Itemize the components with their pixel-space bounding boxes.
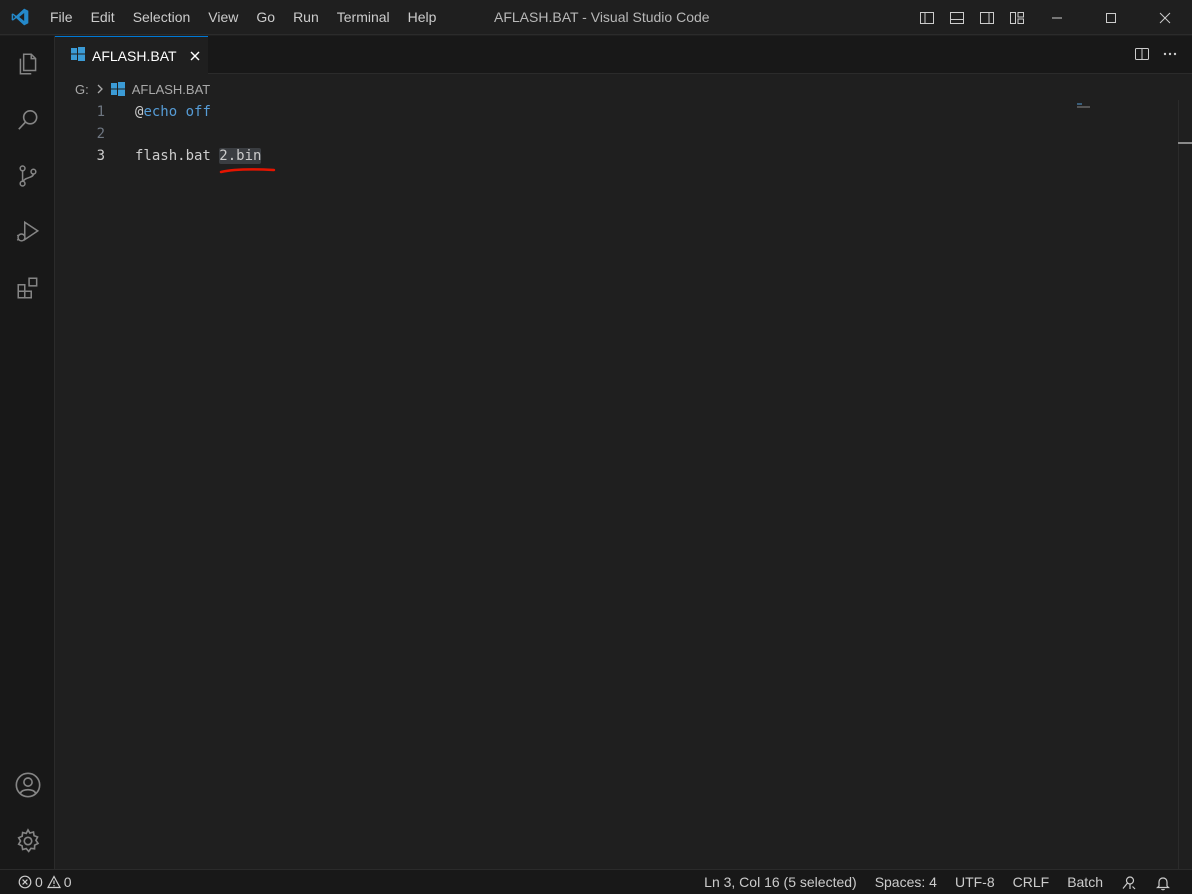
status-bar-right: Ln 3, Col 16 (5 selected) Spaces: 4 UTF-… xyxy=(695,870,1180,894)
menu-go[interactable]: Go xyxy=(247,0,284,35)
line-number: 2 xyxy=(96,126,105,142)
search-icon[interactable] xyxy=(0,96,55,144)
indentation-status[interactable]: Spaces: 4 xyxy=(866,870,946,894)
line-text: flash.bat xyxy=(135,148,220,164)
manage-gear-icon[interactable] xyxy=(0,817,55,865)
breadcrumb-drive[interactable]: G: xyxy=(75,82,89,97)
window-title: AFLASH.BAT - Visual Studio Code xyxy=(494,9,710,25)
explorer-icon[interactable] xyxy=(0,40,55,88)
accounts-icon[interactable] xyxy=(0,761,55,809)
line-content: @echo off xyxy=(135,101,211,123)
tab-label: AFLASH.BAT xyxy=(92,47,177,64)
maximize-icon[interactable] xyxy=(1084,0,1138,35)
run-and-debug-icon[interactable] xyxy=(0,208,55,256)
editor-actions xyxy=(1134,36,1178,74)
line-content: flash.bat 2.bin xyxy=(135,145,262,167)
warning-count: 0 xyxy=(63,874,72,890)
minimap[interactable] xyxy=(1077,103,1091,109)
toggle-secondary-sidebar-icon[interactable] xyxy=(972,0,1002,35)
menu-terminal[interactable]: Terminal xyxy=(328,0,399,35)
menu-file[interactable]: File xyxy=(40,0,82,35)
editor-tabs-bar: AFLASH.BAT xyxy=(55,36,1192,74)
chevron-right-icon xyxy=(95,84,105,94)
red-underline-annotation xyxy=(219,168,276,174)
source-control-icon[interactable] xyxy=(0,152,55,200)
activity-bar xyxy=(0,36,55,869)
feedback-icon[interactable] xyxy=(1112,875,1146,891)
extensions-icon[interactable] xyxy=(0,264,55,312)
breadcrumb: G: AFLASH.BAT xyxy=(75,78,210,100)
menu-bar: File Edit Selection View Go Run Terminal… xyxy=(40,0,445,35)
window-controls xyxy=(1030,0,1192,35)
keyword-token: echo off xyxy=(143,104,211,120)
warning-icon xyxy=(46,875,61,889)
menu-selection[interactable]: Selection xyxy=(124,0,200,35)
line-number: 3 xyxy=(96,148,105,164)
encoding-status[interactable]: UTF-8 xyxy=(946,870,1004,894)
toggle-panel-icon[interactable] xyxy=(942,0,972,35)
errors-status: 0 xyxy=(18,874,43,890)
menu-help[interactable]: Help xyxy=(399,0,446,35)
code-editor[interactable]: 1 @echo off 2 3 flash.bat 2.bin xyxy=(55,100,1192,869)
notifications-bell-icon[interactable] xyxy=(1146,875,1180,891)
line-number: 1 xyxy=(96,104,105,120)
menu-run[interactable]: Run xyxy=(284,0,328,35)
cursor-position-status[interactable]: Ln 3, Col 16 (5 selected) xyxy=(695,870,866,894)
more-actions-icon[interactable] xyxy=(1162,46,1178,65)
problems-indicator[interactable]: 0 0 xyxy=(0,874,72,890)
minimize-icon[interactable] xyxy=(1030,0,1084,35)
warnings-status: 0 xyxy=(46,874,72,890)
close-tab-icon[interactable] xyxy=(187,48,203,64)
vscode-logo-icon xyxy=(0,0,40,35)
end-of-line-status[interactable]: CRLF xyxy=(1004,870,1059,894)
close-window-icon[interactable] xyxy=(1138,0,1192,35)
windows-batch-file-icon xyxy=(71,47,85,64)
breadcrumb-file[interactable]: AFLASH.BAT xyxy=(132,82,211,97)
tab-aflash-bat[interactable]: AFLASH.BAT xyxy=(55,36,208,74)
vertical-scrollbar[interactable] xyxy=(1178,100,1192,869)
menu-edit[interactable]: Edit xyxy=(82,0,124,35)
cursor-position-marker xyxy=(1178,142,1192,144)
selected-text: 2.bin xyxy=(219,148,262,164)
windows-batch-file-icon xyxy=(110,82,125,96)
error-count: 0 xyxy=(35,874,43,890)
toggle-primary-sidebar-icon[interactable] xyxy=(912,0,942,35)
title-bar: File Edit Selection View Go Run Terminal… xyxy=(0,0,1192,35)
language-mode-status[interactable]: Batch xyxy=(1058,870,1112,894)
menu-view[interactable]: View xyxy=(199,0,247,35)
layout-controls xyxy=(912,0,1032,35)
split-editor-icon[interactable] xyxy=(1134,46,1150,65)
customize-layout-icon[interactable] xyxy=(1002,0,1032,35)
status-bar: 0 0 Ln 3, Col 16 (5 selected) Spaces: 4 … xyxy=(0,869,1192,894)
error-icon xyxy=(18,875,32,889)
